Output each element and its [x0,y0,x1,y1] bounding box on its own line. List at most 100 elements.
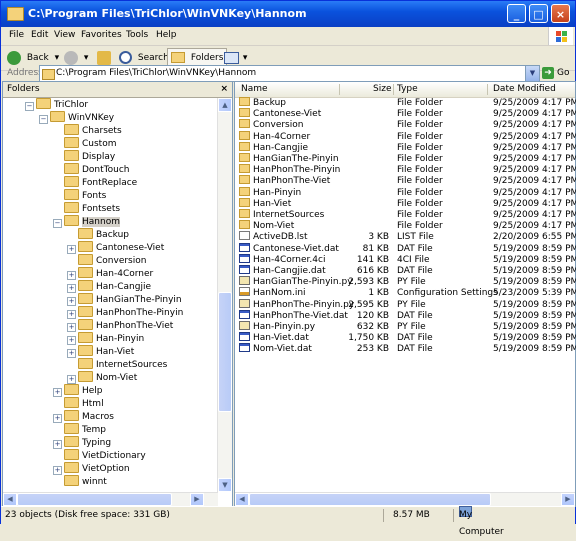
folder-tree-horizontal-scrollbar[interactable]: ◀ ▶ [3,492,218,506]
tree-item-label: Backup [96,230,129,240]
dat-file-icon [239,343,250,353]
expand-icon[interactable]: + [67,271,76,280]
folders-pane-close-button[interactable]: × [220,82,228,97]
menu-file[interactable]: File [9,30,24,40]
file-row[interactable]: HanPhonThe-Pinyin File Folder 9/25/2009 4:… [235,164,576,176]
menu-tools[interactable]: Tools [126,30,148,40]
minimize-button[interactable]: _ [507,4,526,23]
tree-item[interactable]: winnt [64,475,107,489]
file-row[interactable]: Conversion File Folder 9/25/2009 4:17 PM [235,119,576,131]
expand-icon[interactable]: + [67,323,76,332]
tree-item-label: Help [82,386,103,396]
file-row[interactable]: ActiveDB.lst 3 KB LIST File 2/20/2009 6:55 … [235,231,576,243]
file-row[interactable]: HanGianThe-Pinyin.py 2,593 KB PY File 5/19/… [235,276,576,288]
title-bar[interactable]: C:\Program Files\TriChlor\WinVNKey\Hanno… [1,1,575,27]
maximize-button[interactable]: □ [529,4,548,23]
file-row[interactable]: Backup File Folder 9/25/2009 4:17 PM [235,97,576,109]
file-date-modified: 9/25/2009 4:17 PM [493,165,576,176]
file-row[interactable]: Nom-Viet File Folder 9/25/2009 4:17 PM [235,220,576,232]
file-row[interactable]: HanPhonThe-Viet.dat 120 KB DAT File 5/19/20… [235,309,576,322]
file-size: 253 KB [356,344,389,355]
collapse-icon[interactable]: − [39,115,48,124]
tree-item[interactable]: + HanPhonThe-Pinyin [67,306,183,320]
file-name: Conversion [253,120,304,131]
file-type: DAT File [397,310,433,321]
file-row[interactable]: Han-Pinyin File Folder 9/25/2009 4:17 PM [235,186,576,199]
folder-tree-vertical-scrollbar[interactable]: ▲ ▼ [217,98,232,492]
expand-icon[interactable]: + [53,466,62,475]
menu-edit[interactable]: Edit [31,30,48,40]
file-type: File Folder [397,109,443,120]
expand-icon[interactable]: + [67,336,76,345]
file-row[interactable]: InternetSources File Folder 9/25/2009 4:17… [235,209,576,221]
address-dropdown-button[interactable]: ▼ [525,66,539,81]
file-row[interactable]: Cantonese-Viet.dat 81 KB DAT File 5/19/2009… [235,242,576,255]
scroll-thumb[interactable] [17,493,172,506]
scroll-down-button[interactable]: ▼ [218,478,232,492]
file-row[interactable]: HanGianThe-Pinyin File Folder 9/25/2009 4:… [235,153,576,165]
file-row[interactable]: Nom-Viet.dat 253 KB DAT File 5/19/2009 8:59… [235,343,576,355]
file-row[interactable]: Han-4Corner.4ci 141 KB 4CI File 5/19/2009 8… [235,253,576,266]
file-date-modified: 5/19/2009 8:59 PM [493,344,576,355]
file-row[interactable]: Han-Viet File Folder 9/25/2009 4:17 PM [235,197,576,210]
status-location-label: My Computer [459,510,504,537]
file-name: Cantonese-Viet [253,109,322,120]
file-row[interactable]: Han-Cangjie.dat 616 KB DAT File 5/19/2009 8… [235,265,576,277]
address-input[interactable]: C:\Program Files\TriChlor\WinVNKey\Hanno… [39,65,540,82]
folder-icon [64,176,79,187]
file-name: Han-Cangjie [253,142,308,153]
close-button[interactable]: × [551,4,570,23]
tree-item[interactable]: + Nom-Viet [67,371,137,385]
tree-item[interactable]: − WinVNKey [39,111,114,125]
column-header-date-modified[interactable]: Date Modified [493,84,556,94]
file-row[interactable]: Cantonese-Viet File Folder 9/25/2009 4:17 … [235,108,576,120]
scroll-up-button[interactable]: ▲ [218,98,232,112]
file-row[interactable]: HanPhonThe-Viet File Folder 9/25/2009 4:17… [235,175,576,187]
menu-favorites[interactable]: Favorites [81,30,122,40]
file-type: DAT File [397,243,433,254]
collapse-icon[interactable]: − [25,102,34,111]
collapse-icon[interactable]: − [53,219,62,228]
file-row[interactable]: Han-Cangjie File Folder 9/25/2009 4:17 PM [235,141,576,154]
expand-icon[interactable]: + [67,310,76,319]
expand-icon[interactable]: + [53,414,62,423]
scroll-thumb[interactable] [249,493,491,506]
folder-icon [239,130,250,140]
file-type: DAT File [397,266,433,276]
file-name: Han-Cangjie.dat [253,266,326,276]
expand-icon[interactable]: + [67,284,76,293]
folder-icon [78,267,93,278]
scroll-left-button[interactable]: ◀ [3,493,17,506]
tree-item-label: HanPhonThe-Viet [96,321,174,331]
column-header-type[interactable]: Type [397,84,418,94]
expand-icon[interactable]: + [67,297,76,306]
scroll-thumb[interactable] [218,292,232,412]
tree-item-label: TriChlor [54,100,89,110]
menu-help[interactable]: Help [156,30,177,40]
scroll-left-button[interactable]: ◀ [235,493,249,506]
scroll-right-button[interactable]: ▶ [561,493,575,506]
expand-icon[interactable]: + [53,440,62,449]
tree-item-label: Display [82,152,116,162]
tree-item[interactable]: + HanGianThe-Pinyin [67,293,182,307]
go-button[interactable]: ➜ Go [542,66,569,80]
expand-icon[interactable]: + [67,245,76,254]
file-list-horizontal-scrollbar[interactable]: ◀ ▶ [235,492,575,506]
file-row[interactable]: Han-Pinyin.py 632 KB PY File 5/19/2009 8:59… [235,321,576,333]
file-size: 2,595 KB [348,299,389,310]
menu-view[interactable]: View [54,30,75,40]
scroll-right-button[interactable]: ▶ [190,493,204,506]
folder-icon [78,358,93,369]
column-header-size[interactable]: Size [373,84,391,94]
file-row[interactable]: Han-4Corner File Folder 9/25/2009 4:17 PM [235,130,576,143]
expand-icon[interactable]: + [53,388,62,397]
expand-icon[interactable]: + [67,375,76,384]
folders-icon [171,52,185,63]
file-row[interactable]: HanPhonThe-Pinyin.py 2,595 KB PY File 5/19/… [235,298,576,311]
file-row[interactable]: Han-Viet.dat 1,750 KB DAT File 5/19/2009 8:… [235,332,576,344]
folder-icon [64,475,79,486]
expand-icon[interactable]: + [67,349,76,358]
file-name: HanPhonThe-Viet.dat [253,310,348,321]
file-row[interactable]: HanNom.ini 1 KB Configuration Settings 5/23… [235,287,576,299]
column-header-name[interactable]: Name [241,84,268,94]
